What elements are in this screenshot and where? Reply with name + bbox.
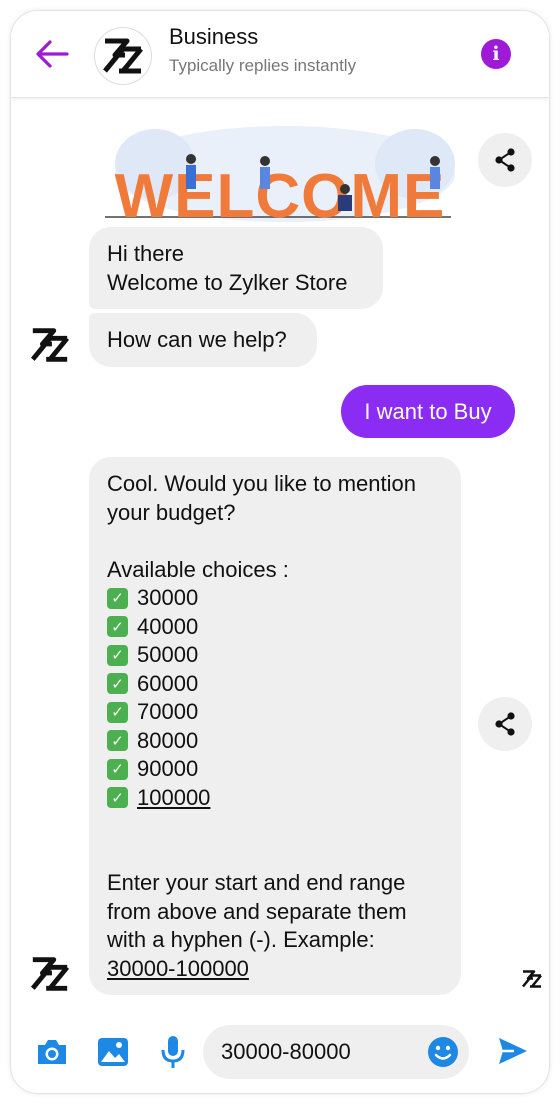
choice-link[interactable]: 100000 bbox=[137, 784, 210, 813]
camera-icon[interactable] bbox=[35, 1037, 69, 1067]
example-link[interactable]: 30000-100000 bbox=[107, 955, 443, 984]
send-icon[interactable] bbox=[497, 1035, 529, 1067]
check-icon: ✓ bbox=[107, 673, 128, 695]
choice-item: ✓ 60000 bbox=[107, 670, 443, 699]
check-icon: ✓ bbox=[107, 787, 128, 809]
bot-message-greeting: Hi there Welcome to Zylker Store bbox=[89, 227, 383, 309]
welcome-text: WELCOME bbox=[115, 162, 446, 229]
check-icon: ✓ bbox=[107, 587, 128, 609]
share-button[interactable] bbox=[478, 697, 532, 751]
check-icon: ✓ bbox=[107, 616, 128, 638]
bot-message-help: How can we help? bbox=[89, 313, 317, 367]
range-instruction: Enter your start and end range from abov… bbox=[107, 870, 407, 952]
choice-item: ✓ 90000 bbox=[107, 755, 443, 784]
budget-question: Cool. Would you like to mention your bud… bbox=[107, 471, 416, 525]
choice-item: ✓ 40000 bbox=[107, 613, 443, 642]
share-icon bbox=[495, 148, 515, 172]
zylker-logo-icon bbox=[103, 38, 143, 74]
check-icon: ✓ bbox=[107, 644, 128, 666]
share-button[interactable] bbox=[478, 133, 532, 187]
back-arrow-icon[interactable] bbox=[35, 39, 69, 69]
check-icon: ✓ bbox=[107, 730, 128, 752]
bot-avatar-icon bbox=[30, 957, 70, 991]
check-icon: ✓ bbox=[107, 701, 128, 723]
choices-heading: Available choices : bbox=[107, 556, 289, 582]
bot-message-budget: Cool. Would you like to mention your bud… bbox=[89, 457, 461, 995]
info-icon[interactable]: i bbox=[481, 39, 511, 69]
choice-item: ✓ 100000 bbox=[107, 784, 443, 813]
choice-item: ✓ 50000 bbox=[107, 641, 443, 670]
chat-header: Business Typically replies instantly i bbox=[11, 11, 549, 98]
chat-window: Business Typically replies instantly i W… bbox=[10, 10, 550, 1094]
reply-status: Typically replies instantly bbox=[169, 56, 357, 75]
read-receipt-avatar-icon bbox=[522, 970, 542, 988]
choice-item: ✓ 70000 bbox=[107, 698, 443, 727]
welcome-banner: WELCOME bbox=[105, 126, 455, 229]
business-avatar bbox=[94, 27, 152, 85]
share-icon bbox=[495, 712, 515, 736]
image-icon[interactable] bbox=[97, 1037, 129, 1067]
bot-avatar-icon bbox=[30, 328, 70, 362]
check-icon: ✓ bbox=[107, 758, 128, 780]
emoji-icon[interactable] bbox=[427, 1036, 459, 1068]
business-name: Business bbox=[169, 24, 259, 49]
choice-item: ✓ 30000 bbox=[107, 584, 443, 613]
user-message: I want to Buy bbox=[341, 385, 515, 438]
mic-icon[interactable] bbox=[161, 1035, 185, 1069]
choice-item: ✓ 80000 bbox=[107, 727, 443, 756]
message-composer bbox=[11, 1011, 549, 1093]
